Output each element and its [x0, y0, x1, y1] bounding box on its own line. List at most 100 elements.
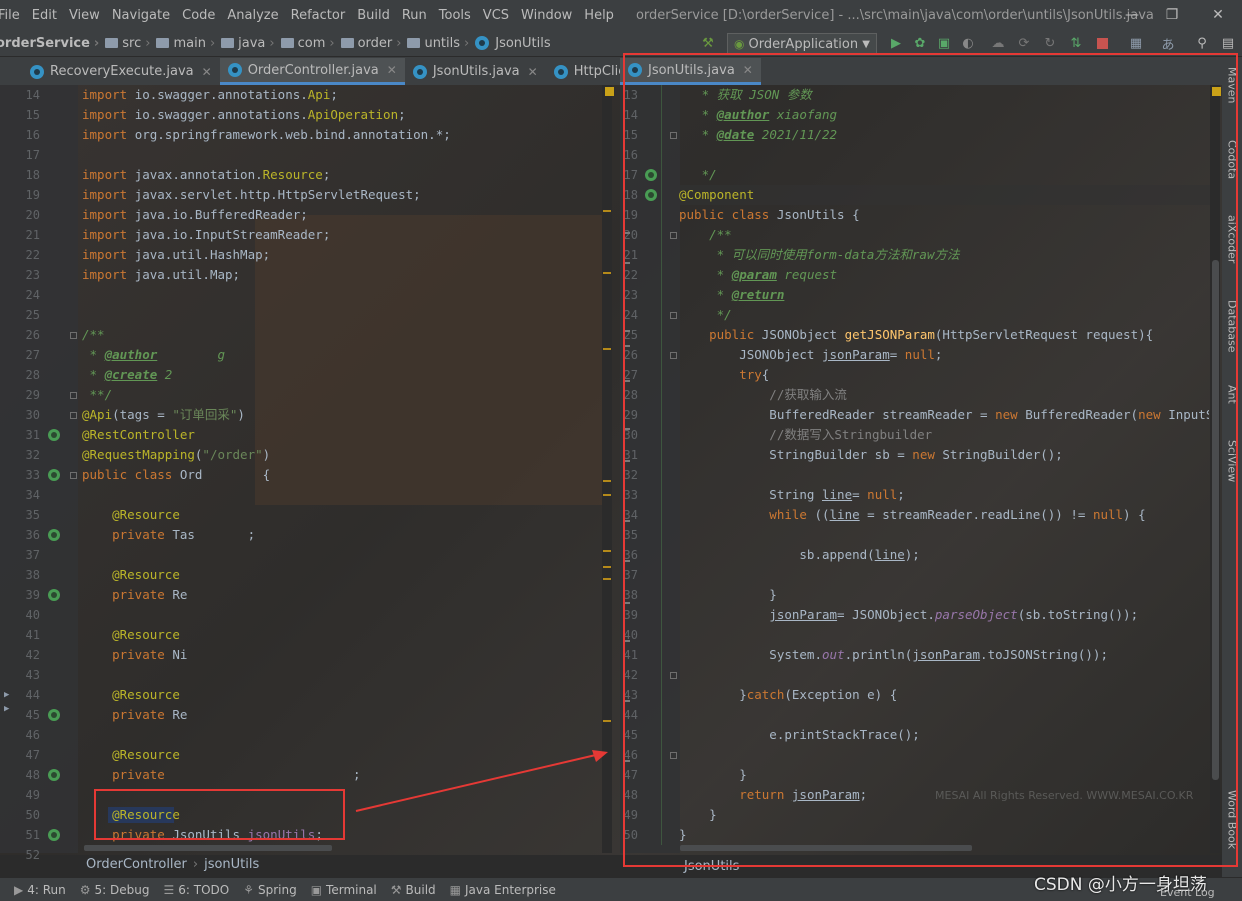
left-code-line[interactable]: import java.io.BufferedReader;	[82, 205, 600, 225]
right-code-line[interactable]	[679, 565, 1209, 585]
profile-icon[interactable]: ◐	[960, 35, 976, 51]
right-code-line[interactable]: System.out.println(jsonParam.toJSONStrin…	[679, 645, 1209, 665]
breadcrumb-main[interactable]: main ›	[150, 36, 215, 51]
run-gutter-icon[interactable]: ▶	[4, 690, 9, 700]
right-code-line[interactable]	[679, 145, 1209, 165]
menu-code[interactable]: Code	[182, 8, 215, 23]
tool-window-word-book[interactable]: Word Book	[1222, 790, 1242, 849]
tool-terminal[interactable]: ▣ Terminal	[311, 883, 377, 897]
left-code-line[interactable]: private Ni	[82, 645, 600, 665]
run-icon[interactable]: ▶	[888, 35, 904, 51]
left-code-line[interactable]: @Resource	[82, 505, 600, 525]
warning-stripe-mark[interactable]	[603, 348, 611, 350]
event-log[interactable]: Event Log	[1160, 886, 1215, 899]
right-code-line[interactable]	[679, 465, 1209, 485]
left-code-line[interactable]: * @create 2	[82, 365, 600, 385]
menu-tools[interactable]: Tools	[439, 8, 471, 23]
tool-window-sciview[interactable]: SciView	[1222, 440, 1242, 482]
warning-stripe-mark[interactable]	[603, 720, 611, 722]
left-code-line[interactable]: @RestController	[82, 425, 600, 445]
breadcrumb-class-right[interactable]: JsonUtils	[684, 859, 739, 874]
change-stripe-mark[interactable]	[624, 262, 630, 264]
right-code-line[interactable]: * @return	[679, 285, 1209, 305]
tool-4-run[interactable]: ▶ 4: Run	[14, 883, 66, 897]
change-stripe-mark[interactable]	[624, 760, 630, 762]
change-stripe-mark[interactable]	[624, 460, 630, 462]
right-code-line[interactable]: }	[679, 585, 1209, 605]
warning-stripe-mark[interactable]	[603, 566, 611, 568]
menu-run[interactable]: Run	[402, 8, 427, 23]
left-code-line[interactable]: import java.util.Map;	[82, 265, 600, 285]
menu-refactor[interactable]: Refactor	[291, 8, 346, 23]
right-code-line[interactable]: }catch(Exception e) {	[679, 685, 1209, 705]
breadcrumb-file[interactable]: JsonUtils	[469, 36, 551, 51]
right-code-line[interactable]: sb.append(line);	[679, 545, 1209, 565]
breadcrumb-untils[interactable]: untils ›	[401, 36, 469, 51]
tool-window-aixcoder[interactable]: aiXcoder	[1222, 215, 1242, 263]
left-code-line[interactable]: @Resource	[82, 565, 600, 585]
right-code-line[interactable]: BufferedReader streamReader = new Buffer…	[679, 405, 1209, 425]
fold-icon[interactable]	[670, 312, 677, 319]
warning-stripe-mark[interactable]	[603, 494, 611, 496]
left-code-line[interactable]: @Resource	[82, 745, 600, 765]
left-code-line[interactable]: private Re	[82, 705, 600, 725]
left-code-line[interactable]: private Re	[82, 585, 600, 605]
tool-window-ant[interactable]: Ant	[1222, 385, 1242, 404]
attach-icon[interactable]: ☁	[990, 35, 1006, 51]
left-code-line[interactable]: @RequestMapping("/order")	[82, 445, 600, 465]
change-stripe-mark[interactable]	[624, 560, 630, 562]
left-code-line[interactable]: import java.io.InputStreamReader;	[82, 225, 600, 245]
left-code-line[interactable]: import javax.annotation.Resource;	[82, 165, 600, 185]
tool-5-debug[interactable]: ⚙ 5: Debug	[80, 883, 150, 897]
tool-build[interactable]: ⚒ Build	[391, 883, 436, 897]
left-code-line[interactable]	[82, 545, 600, 565]
warning-stripe-mark[interactable]	[603, 210, 611, 212]
close-tab-icon[interactable]: ✕	[387, 63, 397, 77]
fold-icon[interactable]	[70, 472, 77, 479]
right-code-line[interactable]	[679, 665, 1209, 685]
close-icon[interactable]: ✕	[1198, 0, 1238, 30]
tool-6-todo[interactable]: ☰ 6: TODO	[163, 883, 229, 897]
breadcrumb-field[interactable]: jsonUtils	[204, 857, 259, 872]
fold-icon[interactable]	[670, 132, 677, 139]
left-code-line[interactable]: @Api(tags = "订单回采")	[82, 405, 600, 425]
right-code-line[interactable]: }	[679, 805, 1209, 825]
translate-icon[interactable]: あ	[1160, 35, 1176, 53]
fold-icon[interactable]	[670, 672, 677, 679]
left-code-line[interactable]: public class Ord {	[82, 465, 600, 485]
fold-icon[interactable]	[70, 332, 77, 339]
warning-stripe-mark[interactable]	[603, 550, 611, 552]
right-code-line[interactable]: */	[679, 165, 1209, 185]
left-code-line[interactable]: import io.swagger.annotations.Api;	[82, 85, 600, 105]
warning-stripe-mark[interactable]	[603, 480, 611, 482]
right-code-line[interactable]: StringBuilder sb = new StringBuilder();	[679, 445, 1209, 465]
right-code-line[interactable]: */	[679, 305, 1209, 325]
right-code-line[interactable]: * @param request	[679, 265, 1209, 285]
search-icon[interactable]: ⚲	[1194, 35, 1210, 51]
fold-icon[interactable]	[70, 392, 77, 399]
tab-jsonutils-right[interactable]: JsonUtils.java ✕	[620, 58, 761, 85]
left-code-line[interactable]	[82, 725, 600, 745]
tab-recoveryexecute-java[interactable]: RecoveryExecute.java ✕	[22, 58, 220, 85]
change-stripe-mark[interactable]	[624, 640, 630, 642]
right-code-line[interactable]: try{	[679, 365, 1209, 385]
right-code-line[interactable]: * @date 2021/11/22	[679, 125, 1209, 145]
right-vertical-scrollbar[interactable]	[1212, 260, 1219, 780]
warning-stripe-mark[interactable]	[603, 272, 611, 274]
right-code-line[interactable]: * 获取 JSON 参数	[679, 85, 1209, 105]
fold-icon[interactable]	[670, 352, 677, 359]
right-horizontal-scrollbar[interactable]	[680, 845, 972, 851]
close-tab-icon[interactable]: ✕	[202, 65, 212, 79]
left-code-line[interactable]	[82, 305, 600, 325]
menu-file[interactable]: File	[0, 8, 20, 23]
menu-window[interactable]: Window	[521, 8, 572, 23]
left-code-line[interactable]: import java.util.HashMap;	[82, 245, 600, 265]
right-code-line[interactable]: @Component	[679, 185, 1209, 205]
left-code-line[interactable]	[82, 485, 600, 505]
right-code-line[interactable]: public class JsonUtils {	[679, 205, 1209, 225]
right-code-line[interactable]	[679, 705, 1209, 725]
fold-icon[interactable]	[670, 232, 677, 239]
breadcrumb-project[interactable]: orderService ›	[0, 36, 99, 51]
spring-bean-icon[interactable]	[48, 709, 60, 721]
left-code-line[interactable]	[82, 785, 600, 805]
